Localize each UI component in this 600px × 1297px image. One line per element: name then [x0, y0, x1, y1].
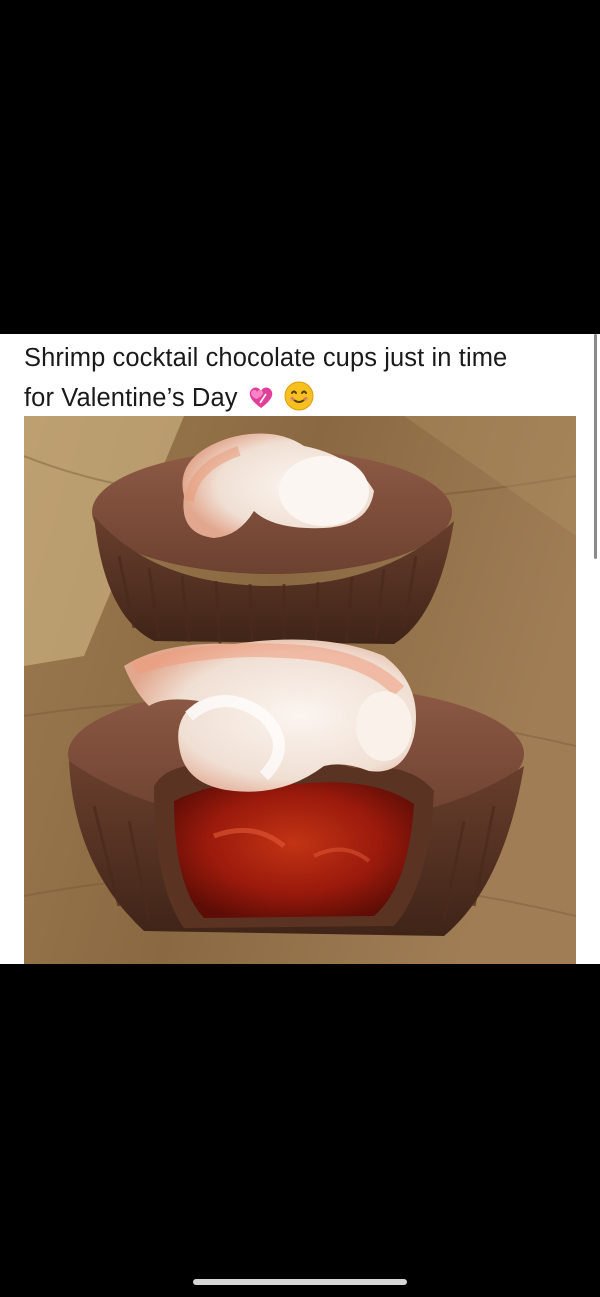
home-indicator[interactable]	[193, 1279, 407, 1285]
chocolate-cups-with-shrimp-image	[24, 416, 576, 964]
caption-line-1: Shrimp cocktail chocolate cups just in t…	[24, 344, 508, 372]
post-card: Shrimp cocktail chocolate cups just in t…	[0, 334, 600, 964]
scroll-indicator[interactable]	[594, 334, 597, 559]
post-caption: Shrimp cocktail chocolate cups just in t…	[24, 338, 584, 423]
caption-line-2-text: for Valentine’s Day	[24, 384, 238, 412]
screen: Shrimp cocktail chocolate cups just in t…	[0, 0, 600, 1297]
